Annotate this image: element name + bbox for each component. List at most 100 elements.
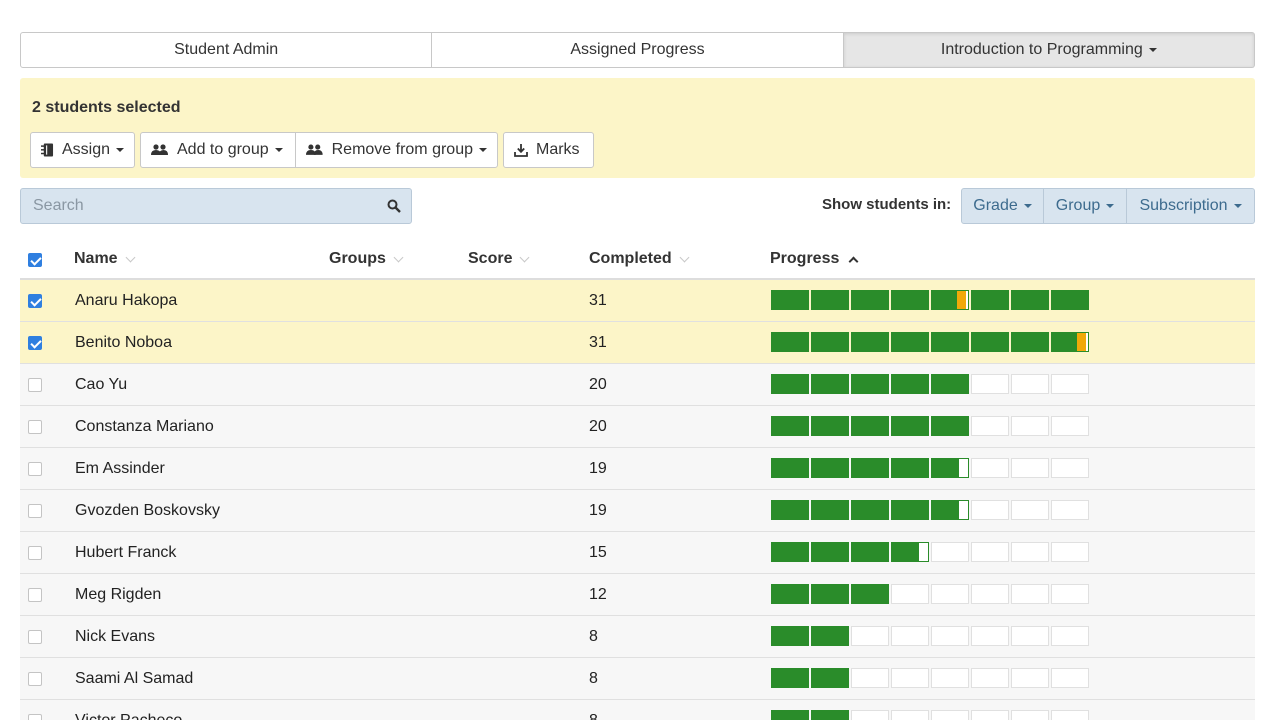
progress-fill <box>892 543 919 561</box>
progress-segment <box>891 458 929 478</box>
tab-label: Introduction to Programming <box>940 41 1143 58</box>
caret-down-icon <box>479 148 487 152</box>
row-checkbox[interactable] <box>28 630 42 644</box>
subscription-filter-button[interactable]: Subscription <box>1127 188 1255 224</box>
table-row[interactable]: Benito Noboa 31 <box>20 322 1255 364</box>
column-header-score[interactable]: Score <box>468 240 530 278</box>
caret-down-icon <box>1148 48 1157 52</box>
select-all-checkbox[interactable] <box>28 253 42 267</box>
progress-fill <box>932 459 959 477</box>
progress-segment <box>891 584 929 604</box>
remove-from-group-label: Remove from group <box>331 141 473 158</box>
progress-segment <box>771 290 809 310</box>
row-checkbox[interactable] <box>28 504 42 518</box>
progress-bar <box>771 332 1089 352</box>
column-header-progress[interactable]: Progress <box>770 240 859 278</box>
completed-count: 31 <box>589 291 607 309</box>
tab-student-admin[interactable]: Student Admin <box>20 32 433 68</box>
sort-chevron-icon <box>679 252 690 262</box>
table-row[interactable]: Victor Pacheco 8 <box>20 700 1255 720</box>
progress-fill <box>852 291 888 309</box>
progress-segment <box>891 668 929 688</box>
row-checkbox[interactable] <box>28 462 42 476</box>
search-icon[interactable] <box>387 199 401 213</box>
student-name: Nick Evans <box>75 627 156 645</box>
table-row[interactable]: Anaru Hakopa 31 <box>20 280 1255 322</box>
progress-segment <box>811 542 849 562</box>
progress-fill <box>852 543 888 561</box>
progress-segment <box>891 416 929 436</box>
student-name: Victor Pacheco <box>75 711 183 720</box>
progress-fill <box>1052 333 1078 351</box>
tab-assigned-progress[interactable]: Assigned Progress <box>432 32 844 68</box>
progress-segment <box>971 710 1009 720</box>
progress-bar <box>771 710 1089 720</box>
progress-bar <box>771 458 1089 478</box>
progress-fill <box>972 291 1008 309</box>
row-checkbox[interactable] <box>28 420 42 434</box>
progress-fill <box>932 417 968 435</box>
notebook-icon <box>41 143 54 157</box>
progress-segment <box>771 668 809 688</box>
progress-segment <box>1011 374 1049 394</box>
progress-segment <box>1011 500 1049 520</box>
table-row[interactable]: Gvozden Boskovsky 19 <box>20 490 1255 532</box>
table-row[interactable]: Meg Rigden 12 <box>20 574 1255 616</box>
column-header-completed[interactable]: Completed <box>589 240 690 278</box>
progress-bar <box>771 290 1089 310</box>
progress-fill <box>772 291 808 309</box>
column-label: Groups <box>329 250 386 267</box>
add-to-group-button[interactable]: Add to group <box>140 132 296 168</box>
row-checkbox[interactable] <box>28 546 42 560</box>
row-checkbox[interactable] <box>28 714 42 720</box>
progress-segment <box>971 416 1009 436</box>
progress-segment <box>851 542 889 562</box>
table-row[interactable]: Cao Yu 20 <box>20 364 1255 406</box>
table-row[interactable]: Nick Evans 8 <box>20 616 1255 658</box>
progress-segment <box>931 626 969 646</box>
table-row[interactable]: Saami Al Samad 8 <box>20 658 1255 700</box>
grade-filter-button[interactable]: Grade <box>961 188 1044 224</box>
progress-fill <box>812 459 848 477</box>
table-row[interactable]: Em Assinder 19 <box>20 448 1255 490</box>
caret-down-icon <box>1106 204 1115 208</box>
progress-fill <box>812 375 848 393</box>
search-box <box>20 188 412 224</box>
completed-count: 19 <box>589 501 607 519</box>
progress-segment <box>931 584 969 604</box>
progress-fill <box>1012 333 1048 351</box>
row-checkbox[interactable] <box>28 336 42 350</box>
progress-segment <box>851 458 889 478</box>
tab-course-dropdown[interactable]: Introduction to Programming <box>843 32 1255 68</box>
progress-fill <box>852 333 888 351</box>
search-input[interactable] <box>21 189 411 223</box>
row-checkbox[interactable] <box>28 378 42 392</box>
tab-label: Student Admin <box>174 41 279 58</box>
progress-segment <box>771 584 809 604</box>
row-checkbox[interactable] <box>28 672 42 686</box>
completed-count: 20 <box>589 375 607 393</box>
progress-fill <box>772 375 808 393</box>
progress-segment <box>811 710 849 720</box>
progress-segment <box>931 332 969 352</box>
column-label: Progress <box>770 250 840 267</box>
table-row[interactable]: Hubert Franck 15 <box>20 532 1255 574</box>
completed-count: 15 <box>589 543 607 561</box>
assign-button[interactable]: Assign <box>30 132 135 168</box>
row-checkbox[interactable] <box>28 294 42 308</box>
remove-from-group-button[interactable]: Remove from group <box>295 132 498 168</box>
row-checkbox[interactable] <box>28 588 42 602</box>
group-filter-button[interactable]: Group <box>1044 188 1127 224</box>
table-row[interactable]: Constanza Mariano 20 <box>20 406 1255 448</box>
progress-bar <box>771 374 1089 394</box>
progress-segment <box>851 710 889 720</box>
progress-fill <box>812 627 848 645</box>
student-name: Saami Al Samad <box>75 669 194 687</box>
progress-fill <box>852 585 888 603</box>
marks-download-button[interactable]: Marks <box>503 132 594 168</box>
column-header-groups[interactable]: Groups <box>329 240 404 278</box>
progress-segment <box>1051 374 1089 394</box>
column-header-name[interactable]: Name <box>74 240 136 278</box>
progress-segment <box>1051 458 1089 478</box>
progress-segment <box>851 290 889 310</box>
